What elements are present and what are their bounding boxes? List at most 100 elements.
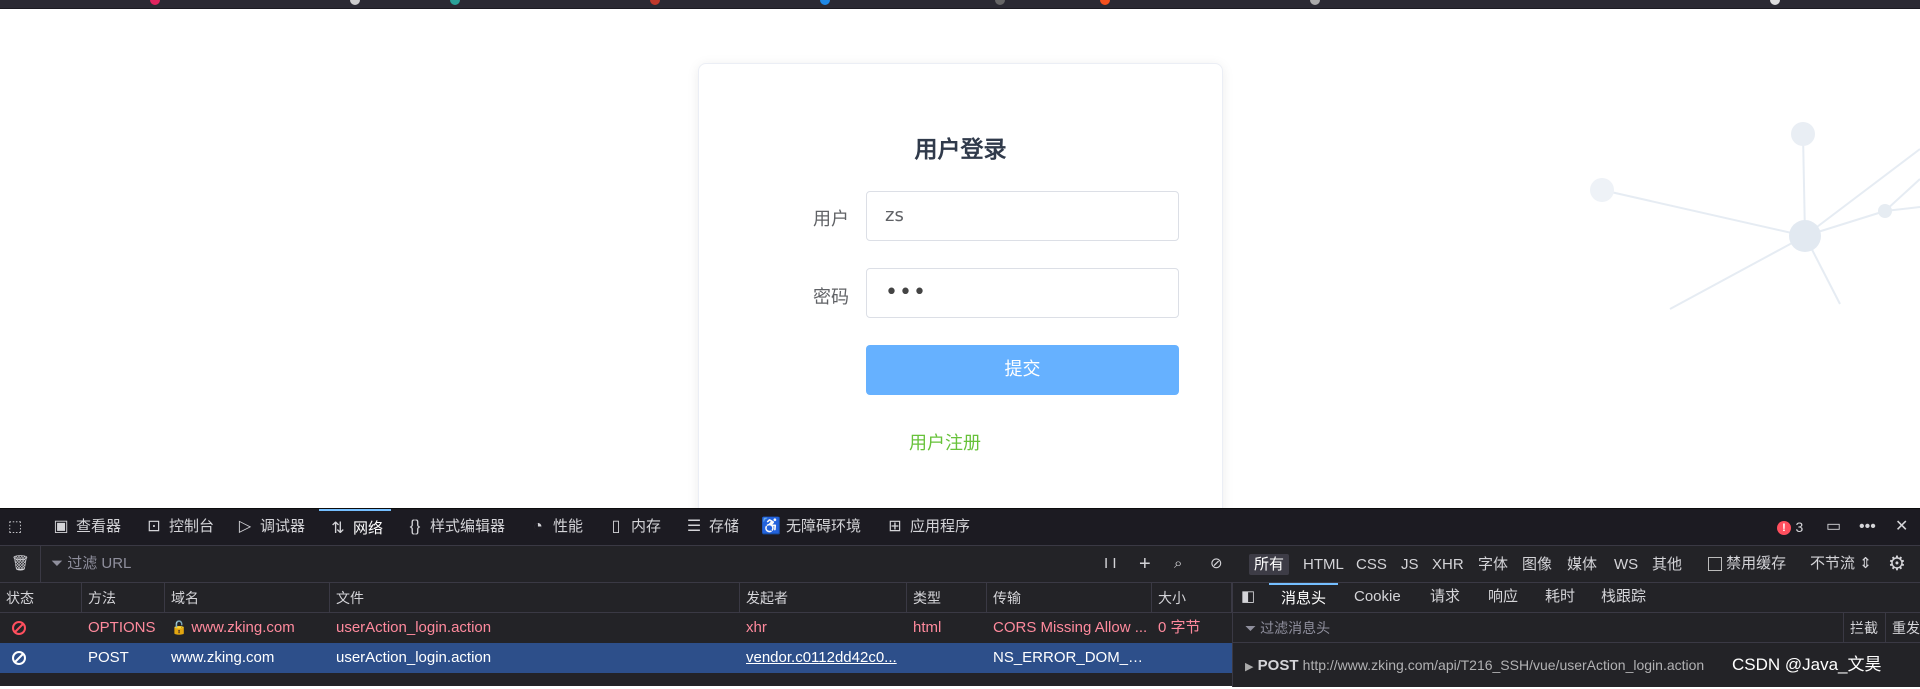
devtools-panel: ⬚ ▣ 查看器 ⊡ 控制台 ▷ 调试器 ⇅ 网络 {} 样式编辑器 ◔ 性能 ▯ 内存 ☰ 存储… [0, 508, 1920, 687]
table-row[interactable]: OPTIONS 🔓 www.zking.com userAction_login… [0, 613, 1232, 643]
row-initiator-link[interactable]: vendor.c0112dd42c0... [740, 643, 900, 673]
filter-css[interactable]: CSS [1351, 554, 1392, 575]
bookmark-icon[interactable] [450, 0, 460, 5]
column-status[interactable]: 状态 [0, 583, 82, 613]
row-domain: www.zking.com [171, 649, 275, 666]
tab-network[interactable]: ⇅ 网络 [319, 509, 392, 545]
filter-js[interactable]: JS [1396, 554, 1424, 575]
toggle-sidebar-icon[interactable]: ◧ [1241, 583, 1255, 613]
filter-images[interactable]: 图像 [1517, 554, 1557, 575]
accessibility-icon: ♿ [761, 518, 781, 535]
pause-button[interactable]: I I [1104, 546, 1117, 582]
bookmark-icon[interactable] [1770, 0, 1780, 5]
password-label: 密码 [813, 287, 849, 308]
network-icon: ⇅ [331, 520, 345, 537]
block-icon[interactable]: ⊘ [1210, 546, 1223, 582]
devtools-tabbar: ⬚ ▣ 查看器 ⊡ 控制台 ▷ 调试器 ⇅ 网络 {} 样式编辑器 ◔ 性能 ▯ 内存 ☰ 存储… [0, 509, 1920, 546]
error-icon: ! [1777, 520, 1791, 535]
filter-fonts[interactable]: 字体 [1473, 554, 1513, 575]
username-label: 用户 [813, 209, 849, 230]
row-method: POST [88, 649, 129, 666]
browser-bookmarks-bar [0, 0, 1920, 9]
csdn-watermark: CSDN @Java_文昊 [1728, 643, 1882, 687]
tab-response[interactable]: 响应 [1488, 583, 1518, 613]
column-transfer[interactable]: 传输 [987, 583, 1152, 613]
grid-icon: ⊞ [888, 518, 902, 535]
filter-media[interactable]: 媒体 [1562, 554, 1602, 575]
search-icon[interactable]: ⌕ [1174, 546, 1182, 582]
throttle-select[interactable]: 不节流 ⇕ [1810, 546, 1872, 582]
bookmark-icon[interactable] [650, 0, 660, 5]
tab-application[interactable]: ⊞ 应用程序 [884, 509, 970, 545]
tab-accessibility[interactable]: ♿ 无障碍环境 [760, 509, 861, 545]
login-title: 用户登录 [914, 137, 1007, 163]
bookmark-icon[interactable] [820, 0, 830, 5]
tab-storage[interactable]: ☰ 存储 [683, 509, 739, 545]
url-filter-input[interactable]: ⏷ 过滤 URL [40, 546, 1090, 582]
resend-button[interactable]: 重发 [1885, 613, 1920, 643]
row-file: userAction_login.action [336, 649, 492, 666]
checkbox-icon [1708, 557, 1722, 572]
status-blocked-icon [6, 613, 82, 643]
row-size [1152, 643, 1232, 673]
request-method: POST [1257, 657, 1299, 674]
column-method[interactable]: 方法 [82, 583, 165, 613]
tab-headers[interactable]: 消息头 [1269, 583, 1339, 613]
tab-memory[interactable]: ▯ 内存 [605, 509, 661, 545]
filter-ws[interactable]: WS [1609, 554, 1643, 575]
tab-style-editor[interactable]: {} 样式编辑器 [404, 509, 505, 545]
close-icon[interactable]: ✕ [1895, 509, 1908, 545]
inspector-icon: ▣ [53, 518, 69, 535]
column-domain[interactable]: 域名 [165, 583, 330, 613]
filter-all[interactable]: 所有 [1249, 554, 1290, 575]
more-options-icon[interactable]: ••• [1859, 509, 1876, 545]
register-link[interactable]: 用户注册 [909, 429, 981, 455]
table-row-selected[interactable]: POST www.zking.com userAction_login.acti… [0, 643, 1232, 673]
error-counter[interactable]: ! 3 [1777, 509, 1803, 545]
tab-cookie[interactable]: Cookie [1354, 583, 1401, 613]
element-picker-icon[interactable]: ⬚ [8, 509, 34, 545]
details-tabbar: ◧ 消息头 Cookie 请求 响应 耗时 栈跟踪 [1233, 583, 1920, 613]
console-icon: ⊡ [147, 518, 161, 535]
add-icon[interactable]: + [1139, 546, 1151, 582]
request-url: http://www.zking.com/api/T216_SSH/vue/us… [1302, 657, 1705, 673]
block-button[interactable]: 拦截 [1843, 613, 1878, 643]
filter-html[interactable]: HTML [1298, 554, 1349, 575]
tab-console[interactable]: ⊡ 控制台 [143, 509, 214, 545]
tab-debugger[interactable]: ▷ 调试器 [234, 509, 305, 545]
password-input[interactable]: ••• [866, 268, 1179, 318]
bookmark-icon[interactable] [150, 0, 160, 5]
row-initiator: xhr [746, 619, 767, 636]
tab-performance[interactable]: ◔ 性能 [527, 509, 583, 545]
filter-other[interactable]: 其他 [1647, 554, 1687, 575]
row-type [907, 643, 987, 673]
tab-request[interactable]: 请求 [1430, 583, 1460, 613]
gauge-icon: ◔ [533, 518, 543, 535]
filter-xhr[interactable]: XHR [1427, 554, 1469, 575]
bookmark-icon[interactable] [1310, 0, 1320, 5]
headers-filter-input[interactable]: ⏷ 过滤消息头 [1245, 613, 1330, 643]
insecure-lock-icon: 🔓 [171, 620, 188, 635]
tab-inspector[interactable]: ▣ 查看器 [50, 509, 121, 545]
column-initiator[interactable]: 发起者 [740, 583, 907, 613]
trash-icon[interactable]: 🗑 [11, 546, 30, 582]
tab-timings[interactable]: 耗时 [1545, 583, 1575, 613]
disable-cache-checkbox[interactable]: 禁用缓存 [1708, 546, 1786, 582]
column-type[interactable]: 类型 [907, 583, 987, 613]
updown-icon: ⇕ [1859, 555, 1872, 572]
row-type: html [913, 619, 942, 636]
column-file[interactable]: 文件 [330, 583, 740, 613]
filter-icon: ⏷ [1245, 620, 1257, 636]
headers-filter-bar: ⏷ 过滤消息头 拦截 重发 [1233, 613, 1920, 643]
column-size[interactable]: 大小 [1152, 583, 1232, 613]
responsive-design-icon[interactable]: ▭ [1826, 509, 1841, 545]
login-card: 用户登录 用户 zs 密码 ••• 提交 用户注册 [698, 63, 1223, 508]
tab-stack-trace[interactable]: 栈跟踪 [1601, 583, 1646, 613]
memory-icon: ▯ [611, 518, 621, 535]
submit-button[interactable]: 提交 [866, 345, 1179, 395]
username-input[interactable]: zs [866, 191, 1179, 241]
bookmark-icon[interactable] [995, 0, 1005, 5]
bookmark-icon[interactable] [350, 0, 360, 5]
bookmark-icon[interactable] [1100, 0, 1110, 5]
settings-icon[interactable]: ⚙ [1888, 546, 1906, 582]
